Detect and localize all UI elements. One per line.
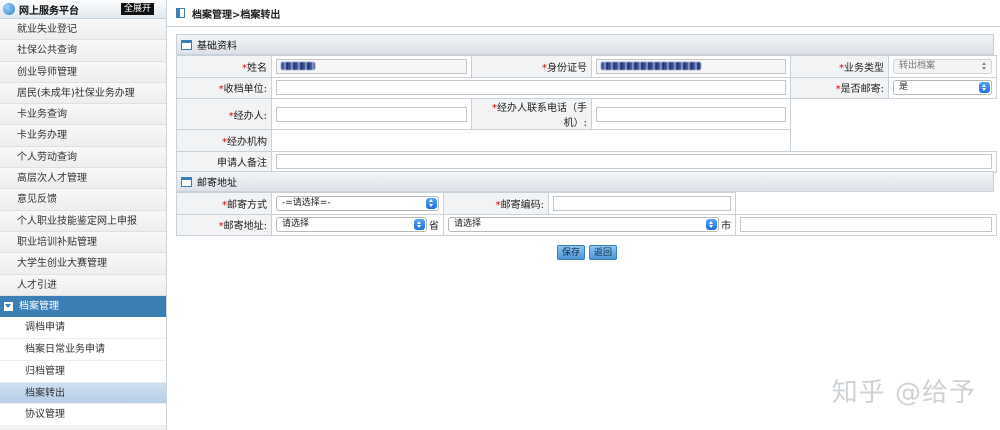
chevron-updown-icon (706, 219, 717, 231)
sidebar-subitem-filing-management[interactable]: 归档管理 (0, 360, 166, 383)
sidebar-item-mentor-management[interactable]: 创业导师管理 (0, 61, 166, 83)
sidebar-subitem-transfer-request[interactable]: 调档申请 (0, 317, 166, 339)
globe-icon (3, 3, 15, 15)
chevron-updown-icon (979, 61, 990, 72)
remark-input[interactable] (276, 154, 992, 170)
window-icon (181, 39, 192, 50)
basic-info-header: 基础资料 (176, 34, 994, 55)
sidebar-item-talent-introduction[interactable]: 人才引进 (0, 274, 166, 296)
name-label: *姓名 (176, 55, 272, 78)
remark-label: 申请人备注 (176, 150, 272, 173)
collapse-icon (4, 302, 13, 311)
agency-value (271, 129, 791, 152)
breadcrumb-text: 档案管理>档案转出 (192, 9, 281, 21)
sidebar-subitem-daily-business[interactable]: 档案日常业务申请 (0, 338, 166, 361)
app-root: 网上服务平台 全展开 就业失业登记 社保公共查询 创业导师管理 居民(未成年)社… (0, 0, 1000, 430)
sidebar-item-skill-appraisal[interactable]: 个人职业技能鉴定网上申报 (0, 210, 166, 232)
receiver-unit-label: *收档单位: (176, 76, 272, 99)
sidebar-item-talent-management[interactable]: 高层次人才管理 (0, 168, 166, 190)
business-type-label: *业务类型 (790, 55, 889, 78)
sidebar-item-startup-contest[interactable]: 大学生创业大赛管理 (0, 253, 166, 275)
sidebar-item-personal-labor-query[interactable]: 个人劳动查询 (0, 146, 166, 169)
sidebar-item-social-security-query[interactable]: 社保公共查询 (0, 40, 166, 62)
mailing-address-section: 邮寄地址 *邮寄方式 -=请选择=- *邮寄编码: *邮寄地址: 请选择 省 请… (176, 171, 997, 236)
mail-method-label: *邮寄方式 (176, 192, 272, 215)
sidebar-header: 网上服务平台 全展开 (0, 0, 166, 19)
id-number-field[interactable] (596, 58, 786, 74)
sidebar-item-training-subsidy[interactable]: 职业培训补贴管理 (0, 231, 166, 254)
mail-method-select[interactable]: -=请选择=- (276, 195, 439, 211)
basic-info-section: 基础资料 *姓名 *身份证号 *业务类型 转出档案 *收档单位: *是否邮寄: … (176, 34, 997, 173)
city-select[interactable]: 请选择 (448, 217, 719, 233)
id-number-label: *身份证号 (471, 55, 592, 78)
handler-phone-label: *经办人联系电话（手机）: (471, 98, 592, 130)
name-field[interactable] (276, 58, 467, 74)
mailing-address-header: 邮寄地址 (176, 171, 994, 192)
basic-info-title: 基础资料 (197, 41, 237, 52)
sidebar-group-label: 档案管理 (19, 301, 59, 312)
agency-label: *经办机构 (176, 129, 272, 152)
mailing-address-title: 邮寄地址 (197, 178, 237, 189)
province-suffix: 省 (429, 221, 439, 233)
mail-option-select[interactable]: 是 (893, 80, 992, 96)
back-button[interactable]: 返回 (589, 245, 618, 260)
mail-option-label: *是否邮寄: (790, 76, 889, 99)
handler-label: *经办人: (176, 98, 272, 130)
expand-all-button[interactable]: 全展开 (120, 3, 154, 15)
form-actions: 保存 返回 (557, 245, 618, 260)
sidebar-item-card-service[interactable]: 卡业务办理 (0, 125, 166, 147)
street-address-input[interactable] (740, 217, 992, 233)
chevron-updown-icon (979, 82, 990, 94)
sidebar-item-employment-registration[interactable]: 就业失业登记 (0, 19, 166, 41)
basic-info-table: *姓名 *身份证号 *业务类型 转出档案 *收档单位: *是否邮寄: 是 *经办… (176, 55, 997, 173)
mail-address-label: *邮寄地址: (176, 213, 272, 236)
postcode-label: *邮寄编码: (443, 192, 549, 215)
province-select[interactable]: 请选择 (276, 217, 427, 233)
chevron-updown-icon (414, 219, 425, 231)
breadcrumb: 档案管理>档案转出 (167, 0, 1000, 27)
business-type-select[interactable]: 转出档案 (893, 58, 992, 74)
window-icon (181, 176, 192, 187)
mailing-address-table: *邮寄方式 -=请选择=- *邮寄编码: *邮寄地址: 请选择 省 请选择 市 (176, 192, 997, 236)
sidebar-subitem-agreement-management[interactable]: 协议管理 (0, 404, 166, 427)
save-button[interactable]: 保存 (557, 245, 586, 260)
sidebar-item-feedback[interactable]: 意见反馈 (0, 189, 166, 211)
receiver-unit-input[interactable] (276, 80, 786, 96)
sidebar-group-archive-management[interactable]: 档案管理 (0, 295, 166, 318)
sidebar-subitem-archive-transfer-out[interactable]: 档案转出 (0, 382, 166, 405)
postcode-input[interactable] (553, 195, 731, 211)
city-suffix: 市 (721, 221, 731, 233)
handler-input[interactable] (276, 106, 467, 122)
sidebar-item-card-query[interactable]: 卡业务查询 (0, 104, 166, 126)
chevron-updown-icon (426, 197, 437, 209)
sidebar-title: 网上服务平台 (19, 5, 79, 17)
sidebar-item-minor-social-security[interactable]: 居民(未成年)社保业务办理 (0, 82, 166, 105)
sidebar: 网上服务平台 全展开 就业失业登记 社保公共查询 创业导师管理 居民(未成年)社… (0, 0, 167, 430)
handler-phone-input[interactable] (596, 106, 786, 122)
page-icon (176, 8, 185, 18)
watermark: 知乎 @给予 (831, 378, 976, 408)
main-content: 档案管理>档案转出 基础资料 *姓名 *身份证号 *业务类型 转出档案 *收档单… (167, 0, 1000, 430)
